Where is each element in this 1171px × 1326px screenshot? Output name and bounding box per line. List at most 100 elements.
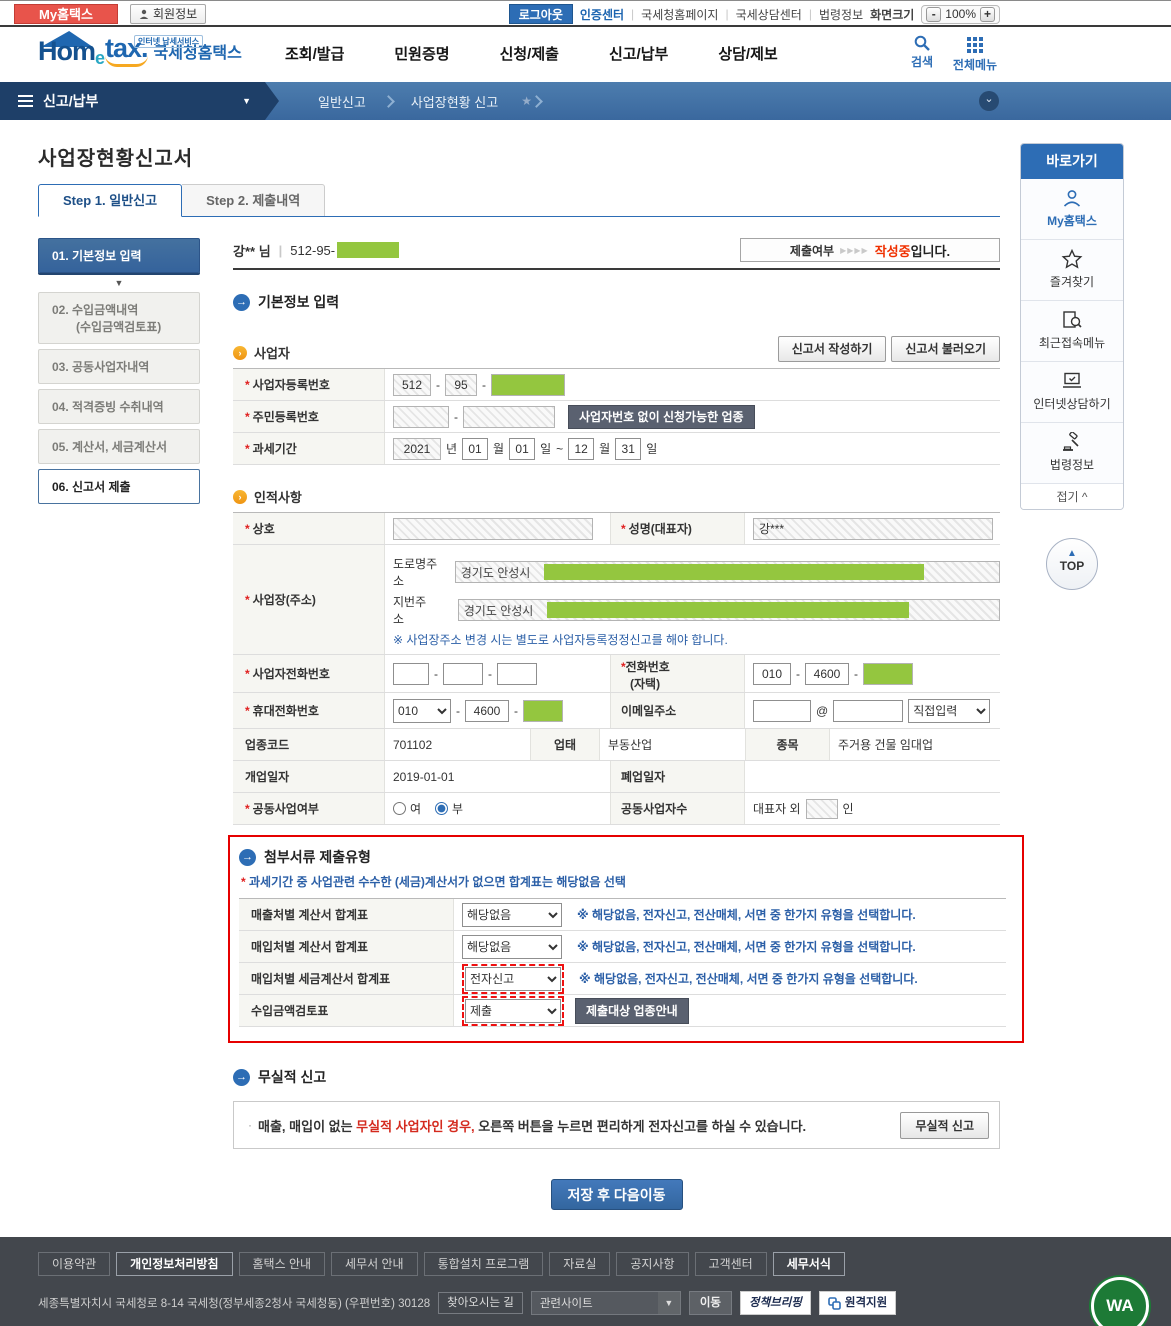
law-info-link[interactable]: 법령정보: [819, 6, 863, 23]
no-performance-report-button[interactable]: 무실적 신고: [900, 1111, 989, 1139]
separator: |: [808, 7, 812, 21]
dash: -: [482, 377, 486, 392]
footer-privacy[interactable]: 개인정보처리방침: [116, 1252, 233, 1276]
search-button[interactable]: 검색: [899, 35, 945, 70]
footer-customer-center[interactable]: 고객센터: [694, 1252, 767, 1276]
footer-hometax-guide[interactable]: 홈택스 안내: [238, 1252, 326, 1276]
nts-homepage-link[interactable]: 국세청홈페이지: [641, 6, 718, 23]
chevron-down-icon: ▼: [657, 1292, 680, 1314]
biz-reg-no-part2: 95: [445, 373, 477, 396]
related-sites-select[interactable]: 관련사이트 ▼: [530, 1291, 681, 1315]
section-arrow-icon: →: [239, 848, 256, 866]
footer-archive[interactable]: 자료실: [549, 1252, 611, 1276]
all-menu-button[interactable]: 전체메뉴: [952, 35, 998, 73]
sidebar-step-05-invoices[interactable]: 05. 계산서, 세금계산서: [38, 429, 200, 464]
start-month-input[interactable]: 01: [462, 437, 489, 460]
footer-tax-office-guide[interactable]: 세무서 안내: [331, 1252, 418, 1276]
auth-center-link[interactable]: 인증센터: [580, 6, 624, 23]
no-biz-number-industry-button[interactable]: 사업자번호 없이 신청가능한 업종: [568, 404, 755, 429]
section-title: 무실적 신고: [258, 1069, 327, 1085]
bullet: ·: [248, 1118, 252, 1132]
footer-tax-forms[interactable]: 세무서식: [772, 1252, 845, 1276]
biz-reg-no-part1: 512: [393, 373, 431, 396]
site-header: 인터넷 납세서비스 Hom e tax. 국세청홈택스 조회/발급 민원증명 신청/…: [0, 27, 1171, 82]
scroll-top-button[interactable]: ▲ TOP: [1046, 538, 1098, 590]
zoom-out-button[interactable]: -: [926, 6, 942, 22]
breadcrumb-item-current[interactable]: 사업장현황 신고: [393, 92, 516, 111]
attachment-type-highlight-box: → 첨부서류 제출유형 * 과세기간 중 사업관련 수수한 (세금)계산서가 없…: [228, 835, 1024, 1043]
row-label: 폐업일자: [621, 770, 666, 784]
quick-favorites[interactable]: 즐겨찾기: [1021, 239, 1123, 300]
required-mark: *: [245, 666, 250, 681]
quick-recent-menu[interactable]: 최근접속메뉴: [1021, 300, 1123, 361]
sales-invoice-summary-select[interactable]: 해당없음: [462, 902, 562, 927]
quick-menu-collapse[interactable]: 접기 ^: [1021, 483, 1123, 509]
breadcrumb-collapse-button[interactable]: ⌄: [979, 91, 999, 111]
member-info-label: 회원정보: [153, 7, 198, 21]
page-content: 사업장현황신고서 Step 1. 일반신고 Step 2. 제출내역 01. 기…: [0, 120, 1171, 1237]
tax-counsel-link[interactable]: 국세상담센터: [736, 6, 802, 23]
homephone-part1-input[interactable]: 010: [753, 662, 791, 685]
grid-menu-icon: [967, 37, 983, 53]
email-domain-select[interactable]: 직접입력: [908, 698, 991, 723]
footer-menu: 이용약관 개인정보처리방침 홈택스 안내 세무서 안내 통합설치 프로그램 자료…: [38, 1252, 845, 1276]
dash: -: [796, 666, 800, 681]
go-button[interactable]: 이동: [688, 1291, 732, 1315]
arrow-down-icon: ▼: [114, 278, 124, 288]
quick-my-hometax[interactable]: My홈택스: [1021, 179, 1123, 239]
bizphone-part3-input[interactable]: [497, 662, 537, 685]
nav-apply-submit[interactable]: 신청/제출: [500, 43, 559, 64]
income-review-select[interactable]: 제출: [465, 998, 561, 1023]
policy-briefing-button[interactable]: 정책브리핑: [739, 1291, 811, 1315]
row-label: 사업장(주소): [252, 593, 316, 607]
write-report-button[interactable]: 신고서 작성하기: [777, 336, 887, 362]
sidebar-step-02-income[interactable]: 02. 수입금액내역 (수입금액검토표): [38, 292, 200, 344]
masked-homephone-part3: [863, 662, 913, 685]
mobile-prefix-select[interactable]: 010: [393, 698, 451, 723]
homephone-part2-input[interactable]: 4600: [805, 662, 849, 685]
sidebar-step-01-basic-info[interactable]: 01. 기본정보 입력: [38, 238, 200, 273]
sidebar-step-03-joint-business[interactable]: 03. 공동사업자내역: [38, 349, 200, 384]
footer-notice[interactable]: 공지사항: [616, 1252, 689, 1276]
table-row: * 휴대전화번호 010 - 4600 - 이메일주소 @ 직접입력: [233, 693, 1000, 729]
email-domain-input[interactable]: [833, 699, 904, 722]
purchase-invoice-summary-select[interactable]: 해당없음: [462, 934, 562, 959]
target-industry-guide-button[interactable]: 제출대상 업종안내: [575, 997, 689, 1024]
nav-civil-cert[interactable]: 민원증명: [394, 43, 449, 64]
logout-button[interactable]: 로그아웃: [508, 4, 573, 24]
joint-no-radio[interactable]: [435, 802, 449, 815]
footer-install-program[interactable]: 통합설치 프로그램: [423, 1252, 544, 1276]
member-info-button[interactable]: 회원정보: [130, 4, 207, 24]
quick-internet-counsel[interactable]: 인터넷상담하기: [1021, 361, 1123, 422]
my-hometax-button[interactable]: My홈택스: [14, 4, 118, 24]
purchase-tax-invoice-summary-select[interactable]: 전자신고: [465, 966, 561, 991]
page-title: 사업장현황신고서: [38, 148, 194, 170]
save-and-next-button[interactable]: 저장 후 다음이동: [550, 1179, 683, 1210]
quick-law-info[interactable]: 법령정보: [1021, 422, 1123, 483]
footer-terms[interactable]: 이용약관: [38, 1252, 111, 1276]
joint-yes-radio[interactable]: [393, 802, 406, 815]
nav-counsel-report[interactable]: 상담/제보: [718, 43, 777, 64]
end-day-input[interactable]: 31: [615, 437, 642, 460]
email-id-input[interactable]: [753, 699, 811, 722]
sidebar-step-04-evidence[interactable]: 04. 적격증빙 수취내역: [38, 389, 200, 424]
breadcrumb-item-general[interactable]: 일반신고: [300, 92, 384, 111]
mobile-part2-input[interactable]: 4600: [465, 699, 509, 722]
nav-report-pay[interactable]: 신고/납부: [609, 43, 668, 64]
hometax-logo[interactable]: 인터넷 납세서비스 Hom e tax. 국세청홈택스: [38, 31, 242, 68]
dash: -: [854, 666, 858, 681]
load-report-button[interactable]: 신고서 불러오기: [891, 336, 1000, 362]
tab-step2-submissions[interactable]: Step 2. 제출내역: [182, 184, 326, 217]
zoom-in-button[interactable]: +: [980, 6, 995, 22]
tab-step1-general[interactable]: Step 1. 일반신고: [38, 184, 183, 217]
end-month-input[interactable]: 12: [568, 437, 595, 460]
nav-inquiry-issue[interactable]: 조회/발급: [285, 43, 344, 64]
directions-button[interactable]: 찾아오시는 길: [438, 1292, 523, 1314]
road-address-readonly: 경기도 안성시: [454, 561, 1000, 583]
start-day-input[interactable]: 01: [509, 437, 536, 460]
bizphone-part1-input[interactable]: [393, 662, 429, 685]
bizphone-part2-input[interactable]: [443, 662, 483, 685]
remote-support-button[interactable]: 원격지원: [818, 1291, 897, 1315]
sidebar-step-06-submit[interactable]: 06. 신고서 제출: [38, 469, 200, 504]
breadcrumb-root-menu[interactable]: 신고/납부 ▼: [0, 82, 279, 120]
